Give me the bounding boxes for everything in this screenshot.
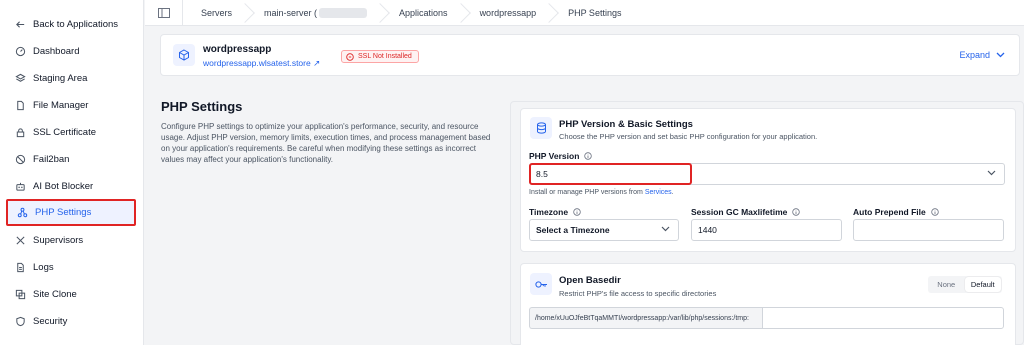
sidebar-item-staging[interactable]: Staging Area	[6, 65, 136, 91]
auto-prepend-input[interactable]	[853, 219, 1004, 241]
breadcrumb-servers[interactable]: Servers	[183, 0, 246, 26]
panel-icon	[157, 7, 170, 18]
expand-button[interactable]: Expand	[959, 50, 1005, 60]
php-version-highlight	[529, 163, 692, 185]
php-icon	[16, 207, 28, 219]
sidebar-item-label: SSL Certificate	[33, 126, 97, 138]
sidebar-item-logs[interactable]: Logs	[6, 254, 136, 280]
clone-icon	[14, 288, 26, 300]
sidebar: Back to Applications Dashboard Staging A…	[0, 0, 144, 345]
ssl-status-badge: SSL Not Installed	[341, 50, 419, 63]
chevron-down-icon	[987, 170, 996, 176]
sidebar-item-security[interactable]: Security	[6, 308, 136, 334]
open-basedir-title: Open Basedir	[559, 275, 621, 286]
sidebar-item-supervisors[interactable]: Supervisors	[6, 227, 136, 253]
sidebar-item-ai-bot-blocker[interactable]: AI Bot Blocker	[6, 173, 136, 199]
sidebar-item-label: Fail2ban	[33, 153, 70, 165]
sidebar-item-label: AI Bot Blocker	[33, 180, 94, 192]
basedir-path-prefix: /home/xUuOJfeBtTqaMMTI/wordpressapp:/var…	[529, 307, 762, 329]
toggle-none-option[interactable]: None	[928, 277, 965, 292]
label-text: PHP Version	[529, 151, 580, 161]
basedir-mode-toggle: None Default	[928, 276, 1002, 293]
info-icon[interactable]	[792, 208, 801, 216]
php-version-card-title: PHP Version & Basic Settings	[559, 119, 693, 130]
services-link[interactable]: Services	[645, 189, 672, 196]
tools-icon	[14, 234, 26, 246]
gc-maxlifetime-label: Session GC Maxlifetime	[691, 207, 801, 217]
app-domain-link[interactable]: wordpressapp.wlsatest.store ↗	[203, 58, 320, 69]
breadcrumb-label: PHP Settings	[568, 7, 622, 18]
timezone-value: Select a Timezone	[536, 225, 610, 235]
sidebar-item-label: Security	[33, 315, 68, 327]
toggle-default-option[interactable]: Default	[964, 277, 1001, 292]
php-version-card-subtitle: Choose the PHP version and set basic PHP…	[559, 132, 818, 141]
lock-icon	[14, 126, 26, 138]
ssl-warning-icon	[346, 52, 354, 61]
hint-text: Install or manage PHP versions from	[529, 189, 645, 196]
app-header-card: wordpressapp wordpressapp.wlsatest.store…	[160, 34, 1020, 76]
key-icon	[530, 273, 552, 295]
arrow-left-icon	[14, 18, 26, 30]
sidebar-item-label: Back to Applications	[33, 18, 119, 30]
label-text: Auto Prepend File	[853, 207, 926, 217]
sidebar-item-back[interactable]: Back to Applications	[6, 11, 136, 37]
info-icon[interactable]	[584, 152, 593, 160]
sidebar-item-fail2ban[interactable]: Fail2ban	[6, 146, 136, 172]
sidebar-item-label: Supervisors	[33, 234, 84, 246]
chevron-down-icon	[661, 226, 670, 232]
sidebar-item-file-manager[interactable]: File Manager	[6, 92, 136, 118]
sidebar-item-php-settings[interactable]: PHP Settings	[6, 199, 136, 226]
breadcrumb-current: PHP Settings	[550, 0, 635, 26]
gc-maxlifetime-input[interactable]: 1440	[691, 219, 842, 241]
label-text: Session GC Maxlifetime	[691, 207, 788, 217]
cube-icon	[173, 44, 195, 66]
ban-icon	[14, 153, 26, 165]
database-icon	[530, 117, 552, 139]
breadcrumb-label: wordpressapp	[479, 7, 537, 18]
page-title: PHP Settings	[161, 99, 243, 114]
shield-icon	[14, 315, 26, 327]
gc-maxlifetime-value: 1440	[698, 225, 717, 235]
breadcrumb-app[interactable]: wordpressapp	[462, 0, 551, 26]
sidebar-item-label: Staging Area	[33, 72, 88, 84]
breadcrumb-label: Servers	[201, 7, 233, 18]
info-icon[interactable]	[573, 208, 581, 216]
app-name: wordpressapp	[203, 44, 272, 55]
redacted-block	[319, 7, 368, 18]
expand-label: Expand	[959, 50, 990, 60]
ssl-status-text: SSL Not Installed	[358, 53, 412, 60]
dashboard-icon	[14, 45, 26, 57]
sidebar-toggle-button[interactable]	[145, 0, 183, 26]
sidebar-item-site-clone[interactable]: Site Clone	[6, 281, 136, 307]
php-version-hint: Install or manage PHP versions from Serv…	[529, 189, 674, 196]
breadcrumb: Servers main-server ( Applications wordp…	[145, 0, 1024, 26]
sidebar-item-label: File Manager	[33, 99, 89, 111]
open-basedir-subtitle: Restrict PHP's file access to specific d…	[559, 289, 717, 298]
timezone-select[interactable]: Select a Timezone	[529, 219, 679, 241]
info-icon[interactable]	[931, 208, 939, 216]
timezone-label: Timezone	[529, 207, 581, 217]
sidebar-item-ssl[interactable]: SSL Certificate	[6, 119, 136, 145]
breadcrumb-applications[interactable]: Applications	[381, 0, 462, 26]
sidebar-item-label: PHP Settings	[35, 207, 92, 218]
breadcrumb-server[interactable]: main-server (	[246, 0, 381, 26]
basedir-path-input[interactable]	[762, 307, 1004, 329]
robot-icon	[14, 180, 26, 192]
label-text: Timezone	[529, 207, 569, 217]
auto-prepend-label: Auto Prepend File	[853, 207, 939, 217]
breadcrumb-label: main-server (	[264, 7, 318, 18]
sidebar-item-label: Site Clone	[33, 288, 77, 300]
chevron-down-icon	[996, 52, 1005, 58]
layers-icon	[14, 72, 26, 84]
sidebar-item-label: Logs	[33, 261, 54, 273]
sidebar-item-dashboard[interactable]: Dashboard	[6, 38, 136, 64]
logs-icon	[14, 261, 26, 273]
page-description: Configure PHP settings to optimize your …	[161, 122, 491, 164]
sidebar-item-label: Dashboard	[33, 45, 80, 57]
file-icon	[14, 99, 26, 111]
breadcrumb-label: Applications	[399, 7, 448, 18]
php-version-label: PHP Version	[529, 151, 593, 161]
hint-end: .	[671, 189, 674, 196]
